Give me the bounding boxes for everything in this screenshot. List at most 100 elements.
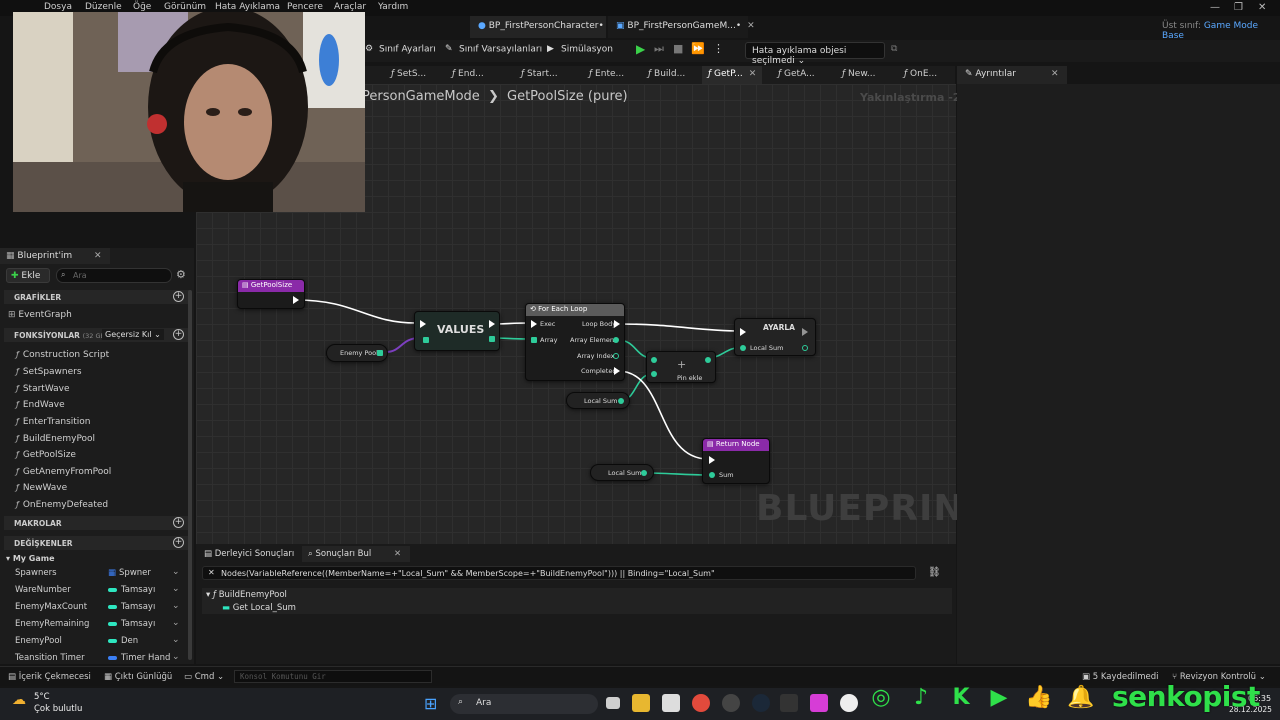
output-log-button[interactable]: ▦ Çıktı Günlüğü xyxy=(104,672,172,682)
stop-button[interactable]: ■ xyxy=(673,42,683,55)
node-entry-getpoolsize[interactable]: ▤ GetPoolSize xyxy=(237,279,305,309)
variable-category-my-game[interactable]: ▾ My Game xyxy=(6,554,55,563)
menu-file[interactable]: Dosya xyxy=(44,2,72,12)
expand-icon[interactable]: ⌄ xyxy=(172,635,180,645)
debug-filter-icon[interactable]: ⧉ xyxy=(891,44,897,54)
variable-type[interactable]: Tamsayı xyxy=(108,585,155,595)
expand-icon[interactable]: ⌄ xyxy=(172,618,180,628)
obs-icon[interactable] xyxy=(722,694,740,712)
tab-geta[interactable]: ƒ GetA... xyxy=(772,66,821,84)
node-local-sum-get-2[interactable]: Local Sum xyxy=(590,464,654,481)
menu-view[interactable]: Görünüm xyxy=(164,2,206,12)
tab-new[interactable]: ƒ New... xyxy=(836,66,881,84)
override-dropdown[interactable]: Geçersiz Kıl ⌄ xyxy=(102,329,164,340)
function-on-enemy-defeated[interactable]: ƒ OnEnemyDefeated xyxy=(16,500,108,510)
menu-tools[interactable]: Araçlar xyxy=(334,2,366,12)
content-drawer-button[interactable]: ▤ İçerik Çekmecesi xyxy=(8,672,91,682)
tab-bp-first-person-character[interactable]: ● BP_FirstPersonCharacter•✕ xyxy=(470,16,617,38)
class-defaults-button[interactable]: ✎ Sınıf Varsayılanları xyxy=(445,44,542,55)
exec-in-pin[interactable] xyxy=(531,320,537,328)
section-graphs[interactable]: GRAFİKLER + xyxy=(4,290,190,304)
exec-in-pin[interactable] xyxy=(709,456,715,464)
debug-object-select[interactable]: Hata ayıklama objesi seçilmedi ⌄ xyxy=(745,42,885,66)
tab-sets[interactable]: ƒ SetS... xyxy=(385,66,432,84)
array-index-pin[interactable] xyxy=(613,353,619,359)
close-icon[interactable]: ✕ xyxy=(1258,2,1266,13)
add-graph-icon[interactable]: + xyxy=(173,291,184,302)
section-functions[interactable]: FONKSİYONLAR (32 GEÇE Geçersiz Kıl ⌄ + xyxy=(4,328,190,342)
exec-out-pin[interactable] xyxy=(293,296,299,304)
function-construction-script[interactable]: ƒ Construction Script xyxy=(16,350,109,360)
search-input[interactable]: ⌕ Ara xyxy=(56,268,172,283)
expand-icon[interactable]: ⌄ xyxy=(172,584,180,594)
weather-temp[interactable]: 5°C xyxy=(34,692,50,702)
step-button[interactable]: ⏭ xyxy=(654,42,664,56)
play-button[interactable]: ▶ xyxy=(636,42,645,56)
variable-type[interactable]: ▦ Spwner xyxy=(108,568,151,578)
function-get-anemy-from-pool[interactable]: ƒ GetAnemyFromPool xyxy=(16,467,111,477)
windows-start-icon[interactable]: ⊞ xyxy=(424,694,437,713)
minimize-icon[interactable]: — xyxy=(1210,2,1220,13)
cmd-dropdown[interactable]: ▭ Cmd ⌄ xyxy=(184,672,224,682)
menu-edit[interactable]: Düzenle xyxy=(85,2,122,12)
add-variable-icon[interactable]: + xyxy=(173,537,184,548)
taskbar-search[interactable]: ⌕ Ara xyxy=(450,694,598,714)
tab-end[interactable]: ƒ End... xyxy=(446,66,490,84)
node-return[interactable]: ▤ Return Node Sum xyxy=(702,438,770,484)
exec-out-pin[interactable] xyxy=(489,320,495,328)
expand-icon[interactable]: ⌄ xyxy=(172,601,180,611)
array-pin[interactable] xyxy=(377,350,383,356)
function-build-enemy-pool[interactable]: ƒ BuildEnemyPool xyxy=(16,434,95,444)
array-out-pin[interactable] xyxy=(489,336,495,342)
function-set-spawners[interactable]: ƒ SetSpawners xyxy=(16,367,82,377)
node-enemy-pool[interactable]: Enemy Pool xyxy=(326,344,388,362)
tab-getp[interactable]: ƒ GetP... ✕ xyxy=(702,66,762,84)
menu-debug[interactable]: Hata Ayıklama xyxy=(215,2,280,12)
array-in-pin[interactable] xyxy=(531,337,537,343)
variable-type[interactable]: Timer Hand xyxy=(108,653,170,663)
add-out-pin[interactable] xyxy=(705,357,711,363)
add-macro-icon[interactable]: + xyxy=(173,517,184,528)
breadcrumb-parent[interactable]: PersonGameMode xyxy=(362,89,480,104)
add-button[interactable]: ✚ Ekle xyxy=(6,268,50,283)
store-icon[interactable] xyxy=(662,694,680,712)
close-icon[interactable]: ✕ xyxy=(94,251,102,261)
exec-out-pin[interactable] xyxy=(802,328,808,336)
more-options-icon[interactable]: ⋮ xyxy=(713,42,724,55)
add-in-b-pin[interactable] xyxy=(651,371,657,377)
task-view-icon[interactable] xyxy=(606,697,620,709)
section-variables[interactable]: DEĞİŞKENLER + xyxy=(4,536,190,550)
console-command-input[interactable]: Konsol Komutunu Gir xyxy=(234,670,432,683)
close-icon[interactable]: ✕ xyxy=(747,21,755,31)
result-child-row[interactable]: ▬ Get Local_Sum xyxy=(222,603,296,613)
variable-type[interactable]: Tamsayı xyxy=(108,619,155,629)
function-start-wave[interactable]: ƒ StartWave xyxy=(16,384,70,394)
array-in-pin[interactable] xyxy=(423,337,429,343)
node-values[interactable]: VALUES xyxy=(414,311,500,351)
local-sum-out-pin[interactable] xyxy=(641,470,647,476)
variable-row-enemy-max-count[interactable]: EnemyMaxCount Tamsayı ⌄ xyxy=(0,600,190,616)
completed-pin[interactable] xyxy=(614,367,620,375)
weather-desc[interactable]: Çok bulutlu xyxy=(34,704,82,714)
sum-in-pin[interactable] xyxy=(709,472,715,478)
local-sum-in-pin[interactable] xyxy=(740,345,746,351)
variable-row-spawners[interactable]: Spawners ▦ Spwner ⌄ xyxy=(0,566,190,582)
chrome-icon[interactable] xyxy=(692,694,710,712)
node-local-sum-get-1[interactable]: Local Sum xyxy=(566,392,630,409)
clear-icon[interactable]: ✕ xyxy=(208,568,215,577)
file-explorer-icon[interactable] xyxy=(632,694,650,712)
variable-row-ware-number[interactable]: WareNumber Tamsayı ⌄ xyxy=(0,583,190,599)
eject-button[interactable]: ⏩ xyxy=(691,42,705,55)
tab-bp-first-person-game-mode[interactable]: ▣ BP_FirstPersonGameM...• ✕ xyxy=(608,16,755,38)
expand-icon[interactable]: ⌄ xyxy=(172,567,180,577)
add-in-a-pin[interactable] xyxy=(651,357,657,363)
epic-games-icon[interactable] xyxy=(780,694,798,712)
close-icon[interactable]: ✕ xyxy=(1051,69,1059,79)
local-sum-out-pin[interactable] xyxy=(802,345,808,351)
class-settings-button[interactable]: ⚙ Sınıf Ayarları xyxy=(365,44,436,55)
variable-row-enemy-remaining[interactable]: EnemyRemaining Tamsayı ⌄ xyxy=(0,617,190,633)
add-pin-button[interactable]: Pin ekle xyxy=(677,374,702,382)
loop-body-pin[interactable] xyxy=(614,320,620,328)
settings-gear-icon[interactable]: ⚙ xyxy=(176,268,186,281)
tab-find-results[interactable]: ⌕ Sonuçları Bul ✕ xyxy=(302,546,410,562)
